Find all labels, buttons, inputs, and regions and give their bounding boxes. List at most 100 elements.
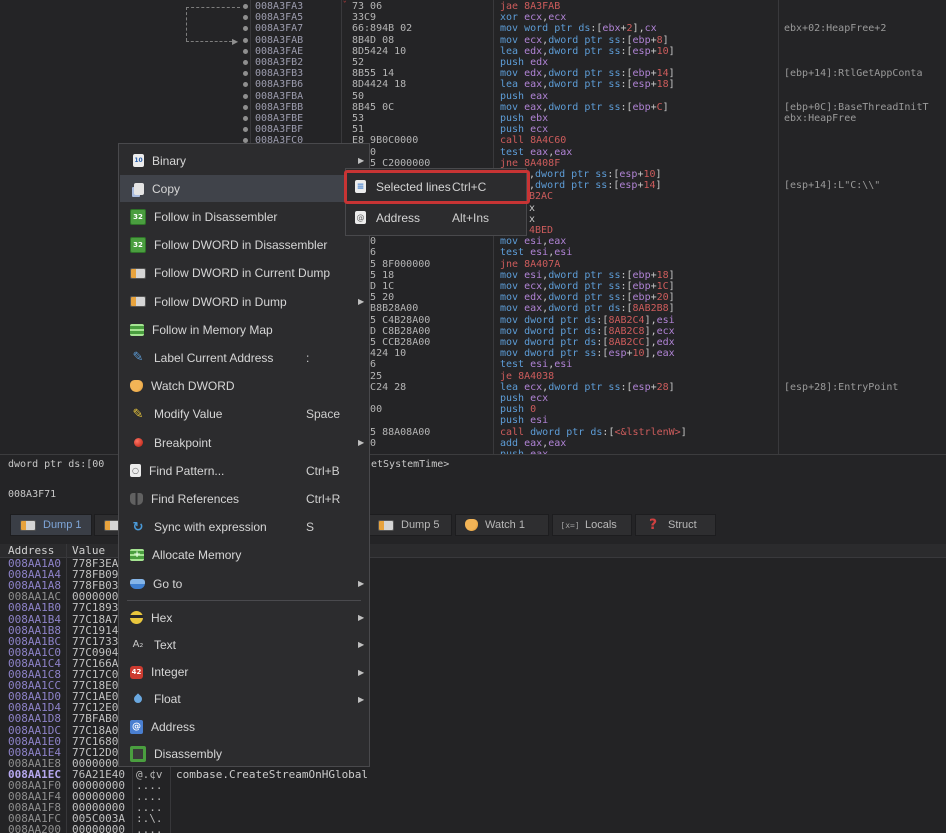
menu-item-shortcut: : xyxy=(306,351,309,365)
menu-item-follow-dword-in-current-dump[interactable]: Follow DWORD in Current Dump xyxy=(120,260,378,287)
menu-item-label: Copy xyxy=(152,182,180,196)
menu-item-follow-dword-in-disassembler[interactable]: 32Follow DWORD in Disassembler xyxy=(120,232,378,259)
breakpoint-dot[interactable] xyxy=(243,15,248,20)
submenu-item-address[interactable]: @AddressAlt+Ins xyxy=(347,202,533,233)
disasm-instruction: add eax,eax xyxy=(500,438,566,449)
menu-item-find-pattern[interactable]: ○Find Pattern...Ctrl+B xyxy=(120,457,378,484)
menu-item-integer[interactable]: 42Integer▶ xyxy=(120,659,378,686)
menu-item-shortcut: Ctrl+R xyxy=(306,492,340,506)
breakpoint-dot[interactable] xyxy=(243,4,248,9)
breakpoint-dot[interactable] xyxy=(243,26,248,31)
disasm-row[interactable]: ˇ008A3FA373 06jae 8A3FAB xyxy=(0,1,946,12)
disasm-address: 008A3FB3 xyxy=(255,68,303,79)
disasm-row[interactable]: 008A3FB252push edx xyxy=(0,57,946,68)
disasm-instruction: push eax xyxy=(500,91,548,102)
menu-item-hex[interactable]: Hex▶ xyxy=(120,604,378,631)
menu-item-find-references[interactable]: Find ReferencesCtrl+R xyxy=(120,485,378,512)
breakpoint-dot[interactable] xyxy=(243,71,248,76)
breakpoint-dot[interactable] xyxy=(243,60,248,65)
menu-item-go-to[interactable]: Go to▶ xyxy=(120,570,378,597)
menu-item-label: Hex xyxy=(151,611,172,625)
menu-item-copy[interactable]: Copy xyxy=(120,175,378,202)
tab-locals[interactable]: [x=]Locals xyxy=(552,514,632,536)
disasm-address: 008A3FB6 xyxy=(255,79,303,90)
disasm-instruction: ,dword ptr ss:[esp+10] xyxy=(529,169,662,180)
tab-dump-1[interactable]: Dump 1 xyxy=(10,514,92,536)
chip32-icon: 32 xyxy=(130,237,146,253)
text-icon: A₂ xyxy=(130,637,146,653)
menu-item-label: Go to xyxy=(153,577,182,591)
disasm-instruction: mov eax,dword ptr ds:[8AB2B8] xyxy=(500,303,675,314)
breakpoint-dot[interactable] xyxy=(243,105,248,110)
disasm-bytes: 33C9 xyxy=(352,12,376,23)
disasm-row[interactable]: 008A3FA766:894B 02mov word ptr ds:[ebx+2… xyxy=(0,23,946,34)
disasm-instruction: push ecx xyxy=(500,393,548,404)
menu-item-disassembly[interactable]: Disassembly xyxy=(120,740,378,767)
sync-icon: ↻ xyxy=(130,519,146,535)
breakpoint-dot[interactable] xyxy=(243,127,248,132)
disasm-row[interactable]: 008A3FBE53push ebxebx:HeapFree xyxy=(0,113,946,124)
dump-header-value: Value xyxy=(72,544,105,557)
chip-icon xyxy=(130,746,146,762)
dump-value: 77C1893 xyxy=(72,602,118,613)
disasm-row[interactable]: 008A3FB68D4424 18lea eax,dword ptr ss:[e… xyxy=(0,79,946,90)
alloc-icon: + xyxy=(130,549,144,561)
disasm-row[interactable]: 008A3FAE8D5424 10lea edx,dword ptr ss:[e… xyxy=(0,46,946,57)
menu-item-shortcut: S xyxy=(306,520,314,534)
annotation-highlight-box xyxy=(344,170,530,204)
hex-icon xyxy=(130,611,143,624)
disasm-instruction: ,dword ptr ss:[esp+14] xyxy=(529,180,662,191)
breakpoint-dot[interactable] xyxy=(243,82,248,87)
menu-item-breakpoint[interactable]: Breakpoint▶ xyxy=(120,429,378,456)
tab-dump-5[interactable]: Dump 5 xyxy=(368,514,452,536)
disasm-row[interactable]: 008A3FBB8B45 0Cmov eax,dword ptr ss:[ebp… xyxy=(0,102,946,113)
disasm-instruction: mov edx,dword ptr ss:[ebp+20] xyxy=(500,292,675,303)
menu-item-sync-with-expression[interactable]: ↻Sync with expressionS xyxy=(120,514,378,541)
menu-item-text[interactable]: A₂Text▶ xyxy=(120,631,378,658)
breakpoint-dot[interactable] xyxy=(243,38,248,43)
disasm-instruction: xor ecx,ecx xyxy=(500,12,566,23)
disasm-row[interactable]: 008A3FBA50push eax xyxy=(0,91,946,102)
submenu-arrow-icon: ▶ xyxy=(358,156,364,165)
disasm-address: 008A3FBB xyxy=(255,102,303,113)
disasm-bytes: 8D5424 10 xyxy=(352,46,406,57)
menu-item-float[interactable]: Float▶ xyxy=(120,686,378,713)
disasm-address: 008A3FBE xyxy=(255,113,303,124)
disasm-instruction: mov dword ptr ss:[esp+10],eax xyxy=(500,348,675,359)
dump-ascii: .... xyxy=(136,824,163,833)
menu-item-follow-in-disassembler[interactable]: 32Follow in Disassembler xyxy=(120,203,378,230)
submenu-arrow-icon: ▶ xyxy=(358,640,364,649)
menu-item-binary[interactable]: 10Binary▶ xyxy=(120,147,378,174)
current-address-label: 008A3F71 xyxy=(8,489,56,500)
address-icon: @ xyxy=(130,720,143,734)
truck-icon xyxy=(130,268,146,279)
disasm-instruction: mov ecx,dword ptr ss:[ebp+8] xyxy=(500,35,669,46)
breakpoint-dot[interactable] xyxy=(243,94,248,99)
disasm-row[interactable]: 008A3FA533C9xor ecx,ecx xyxy=(0,12,946,23)
disasm-row[interactable]: 008A3FBF51push ecx xyxy=(0,124,946,135)
menu-item-follow-in-memory-map[interactable]: Follow in Memory Map xyxy=(120,316,378,343)
debugger-window: ▶ ˇ008A3FA373 06jae 8A3FAB008A3FA533C9xo… xyxy=(0,0,946,833)
disasm-row[interactable]: 008A3FAB8B4D 08mov ecx,dword ptr ss:[ebp… xyxy=(0,35,946,46)
menu-item-follow-dword-in-dump[interactable]: Follow DWORD in Dump▶ xyxy=(120,288,378,315)
disasm-row[interactable]: 008A3FB38B55 14mov edx,dword ptr ss:[ebp… xyxy=(0,68,946,79)
dump-row[interactable]: 008AA20000000000.... xyxy=(0,824,946,833)
disasm-instruction: mov eax,dword ptr ss:[ebp+C] xyxy=(500,102,669,113)
breakpoint-dot[interactable] xyxy=(243,116,248,121)
info-line-1-left: dword ptr ds:[00 xyxy=(8,459,104,470)
menu-item-watch-dword[interactable]: Watch DWORD xyxy=(120,373,378,400)
menu-item-label-current-address[interactable]: ✎Label Current Address: xyxy=(120,344,378,371)
menu-item-address[interactable]: @Address xyxy=(120,713,378,740)
tab-watch-1[interactable]: Watch 1 xyxy=(455,514,549,536)
tab-struct[interactable]: ?Struct xyxy=(635,514,716,536)
disasm-instruction: push edx xyxy=(500,57,548,68)
disasm-comment: [esp+28]:EntryPoint xyxy=(784,382,898,393)
struct-icon: ? xyxy=(645,517,661,533)
disasm-bytes: 66:894B 02 xyxy=(352,23,412,34)
memmap-icon xyxy=(130,324,144,336)
menu-item-allocate-memory[interactable]: +Allocate Memory xyxy=(120,542,378,569)
integer-icon: 42 xyxy=(130,666,143,679)
menu-item-modify-value[interactable]: ✎Modify ValueSpace xyxy=(120,401,378,428)
breakpoint-dot[interactable] xyxy=(243,49,248,54)
disasm-instruction: jne 8A407A xyxy=(500,259,560,270)
